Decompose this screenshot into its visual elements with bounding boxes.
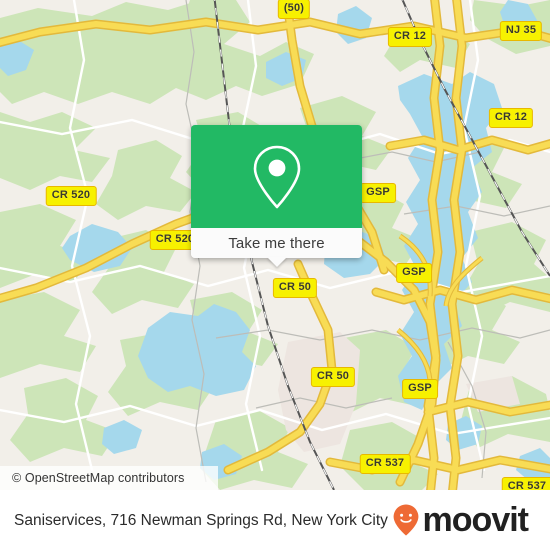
road-shield: CR 520 (45, 186, 97, 206)
road-shield: CR 50 (272, 278, 318, 298)
moovit-pin-icon (393, 504, 418, 536)
road-shield: CR 12 (387, 27, 433, 47)
osm-attribution[interactable]: © OpenStreetMap contributors (0, 466, 218, 490)
road-shield: CR 537 (501, 477, 550, 490)
road-shield: CR 50 (310, 367, 356, 387)
road-shield: NJ 35 (499, 21, 543, 41)
place-title: Saniservices, 716 Newman Springs Rd, New… (14, 511, 388, 529)
road-shield: GSP (396, 263, 432, 283)
moovit-logo[interactable]: moovit (391, 503, 536, 537)
popup-pointer (266, 257, 287, 267)
road-shield: GSP (360, 183, 396, 203)
take-me-there-button[interactable]: Take me there (191, 228, 362, 258)
location-popup[interactable]: Take me there (191, 125, 362, 267)
road-shield: GSP (402, 379, 438, 399)
footer-bar: Saniservices, 716 Newman Springs Rd, New… (0, 490, 550, 550)
road-shield: CR 12 (488, 108, 534, 128)
road-shield: (50) (277, 0, 311, 19)
road-shield: CR 537 (359, 454, 411, 474)
map-screenshot: (50) CR 12 NJ 35 CR 12 CR 520 CR 520 GSP GSP CR … (0, 0, 550, 550)
moovit-wordmark: moovit (422, 501, 529, 539)
map-pin-icon (253, 145, 300, 208)
popup-header (191, 125, 362, 228)
